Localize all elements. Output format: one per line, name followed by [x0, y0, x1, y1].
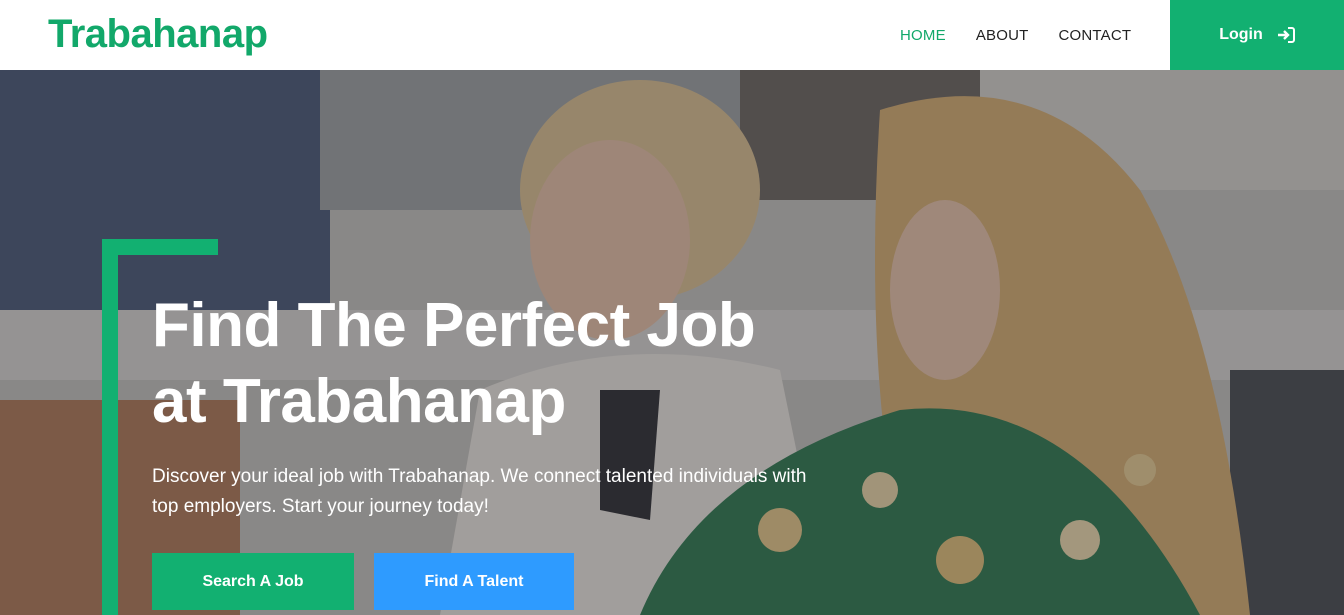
- login-button[interactable]: Login: [1170, 0, 1344, 70]
- hero-title: Find The Perfect Job at Trabahanap: [152, 288, 872, 440]
- search-job-button[interactable]: Search A Job: [152, 553, 354, 610]
- brand-logo[interactable]: Trabahanap: [48, 10, 268, 58]
- hero-title-line1: Find The Perfect Job: [152, 291, 756, 360]
- nav-item-about[interactable]: ABOUT: [976, 27, 1029, 44]
- hero-title-line2: at Trabahanap: [152, 367, 566, 436]
- nav-item-contact[interactable]: CONTACT: [1059, 27, 1132, 44]
- login-label: Login: [1219, 26, 1263, 43]
- accent-frame-left: [102, 239, 118, 615]
- hero-section: Find The Perfect Job at Trabahanap Disco…: [0, 70, 1344, 615]
- main-nav: HOME ABOUT CONTACT: [900, 0, 1161, 70]
- sign-in-icon: [1277, 27, 1295, 43]
- nav-item-home[interactable]: HOME: [900, 27, 946, 44]
- site-header: Trabahanap HOME ABOUT CONTACT Login: [0, 0, 1344, 70]
- hero-subtitle-line1: Discover your ideal job with Trabahanap.…: [152, 466, 807, 487]
- hero-subtitle: Discover your ideal job with Trabahanap.…: [152, 462, 852, 522]
- accent-frame-top: [102, 239, 218, 255]
- hero-subtitle-line2: top employers. Start your journey today!: [152, 496, 489, 517]
- find-talent-button[interactable]: Find A Talent: [374, 553, 574, 610]
